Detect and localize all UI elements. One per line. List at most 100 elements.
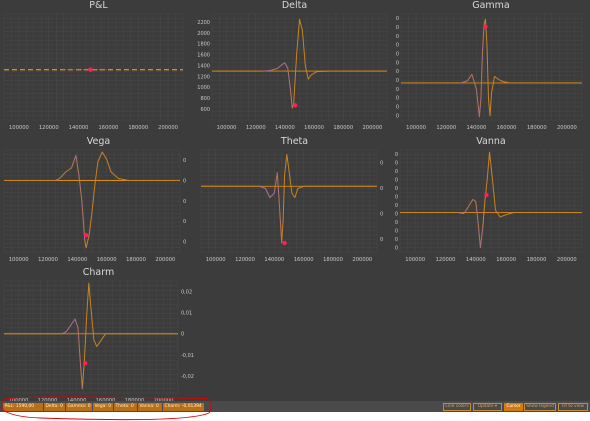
x-tick-label: 160000 [304, 125, 324, 131]
y-tick-label: 0 [396, 52, 399, 58]
x-tick-label: 100000 [9, 257, 29, 263]
x-tick-label: 160000 [97, 257, 117, 263]
x-tick-label: 200000 [158, 125, 178, 131]
y-tick-label: 1200 [197, 74, 210, 80]
x-tick-label: 200000 [352, 257, 372, 263]
y-tick-label: 0,02 [181, 289, 192, 295]
greeks-app: P&L 100000 120000 140000 160000 180000 200000… [0, 0, 590, 412]
show-legend-button[interactable]: Show legend [524, 402, 556, 411]
x-tick-label: 140000 [69, 125, 89, 131]
x-tick-label: 100000 [405, 257, 425, 263]
vanna-chart-panel: Vanna 100000 120000 140000 160000 180000 2000… [392, 136, 590, 271]
pnl-sample-point [98, 69, 101, 71]
pnl-sample-point [67, 69, 69, 71]
charm-chart-plot[interactable]: 1000001200001400001600001800002000000,02… [0, 267, 197, 404]
fit-to-view-button[interactable]: Fit to view [558, 402, 588, 411]
y-tick-label: 1000 [197, 85, 210, 91]
y-tick-label: 0 [396, 69, 399, 75]
cursor-marker [484, 192, 489, 198]
x-tick-label: 140000 [466, 257, 486, 263]
status-vega: Vega: 0 [93, 402, 113, 411]
pnl-sample-point [65, 69, 67, 71]
gamma-chart-plot[interactable]: 100000 120000 140000 160000 180000 200000 0 0 0 0… [392, 0, 590, 140]
delta-chart-plot[interactable]: 100000 120000 140000 160000 180000 200000 600 8… [197, 0, 392, 140]
grid [3, 13, 184, 121]
y-tick-label: 0 [396, 87, 399, 93]
pnl-sample-point [94, 69, 96, 71]
y-tick-label: 0 [395, 220, 398, 226]
y-tick-label: 0 [396, 113, 399, 119]
y-tick-label: 0 [395, 237, 398, 243]
vanna-chart-plot[interactable]: 100000 120000 140000 160000 180000 200000 0 0 0 0… [392, 136, 590, 271]
y-tick-label: 800 [200, 96, 210, 102]
pnl-sample-point [74, 69, 76, 71]
pnl-sample-point [76, 69, 78, 71]
y-tick-label: 0 [396, 105, 399, 111]
grid [400, 13, 583, 121]
pnl-sample-point [101, 69, 103, 71]
grid [200, 149, 378, 253]
x-tick-label: 120000 [246, 125, 266, 131]
status-charm: Charm: -0,01394 [163, 402, 204, 411]
y-tick-label: 1800 [197, 42, 210, 48]
x-tick-label: 180000 [527, 125, 547, 131]
series-secondary-line [461, 24, 485, 117]
charm-chart-panel: Charm 1000001200001400001600001800002000… [0, 267, 197, 404]
pnl-sample-point [96, 69, 98, 71]
y-tick-label: 2200 [197, 20, 210, 26]
pnl-chart-panel: P&L 100000 120000 140000 160000 180000 200000 [0, 0, 197, 140]
theta-chart-plot[interactable]: 100000 120000 140000 160000 180000 200000 0 0 0 0 [197, 136, 392, 271]
chevron-down-icon: ▾ [494, 403, 498, 409]
y-tick-label: 0 [395, 186, 398, 192]
status-theta: Theta: 0 [114, 402, 137, 411]
y-tick-label: 2000 [197, 31, 210, 37]
y-tick-label: 0 [395, 203, 398, 209]
y-tick-label: 0 [395, 229, 398, 235]
cursor-marker [88, 67, 93, 72]
y-tick-label: 0 [183, 219, 186, 225]
delta-chart-panel: Delta 100000 120000 140000 160000 180000 2000… [197, 0, 392, 140]
y-tick-label: 0 [395, 212, 398, 218]
y-tick-label: 1600 [197, 53, 210, 59]
y-tick-label: 0 [396, 60, 399, 66]
cursor-button[interactable]: Cursor [504, 402, 523, 411]
x-tick-label: 120000 [436, 125, 456, 131]
y-tick-label: 0 [183, 240, 186, 246]
x-tick-label: 180000 [527, 257, 547, 263]
x-tick-label: 200000 [557, 257, 577, 263]
y-tick-label: 0 [395, 246, 398, 252]
status-bar: P&L: 1590,00 Delta: 0 Gamma: 0 Vega: 0 T… [0, 401, 590, 412]
theta-chart-panel: Theta 100000 120000 140000 160000 180000 2000… [197, 136, 392, 271]
y-tick-label: 0 [380, 161, 383, 167]
x-tick-label: 160000 [294, 257, 314, 263]
x-tick-label: 140000 [467, 125, 487, 131]
x-tick-label: 100000 [206, 257, 226, 263]
y-tick-label: 1400 [197, 63, 210, 69]
pnl-sample-point [103, 69, 105, 71]
line-colors-button[interactable]: Line colors [443, 402, 471, 411]
y-tick-label: 0,01 [181, 310, 192, 316]
y-tick-label: 0 [395, 195, 398, 201]
cursor-marker [483, 24, 488, 29]
gamma-chart-panel: Gamma 100000 120000 140000 160000 180000 2000… [392, 0, 590, 140]
x-tick-label: 100000 [9, 125, 29, 131]
y-tick-label: 0 [395, 169, 398, 175]
x-tick-label: 180000 [333, 125, 353, 131]
vega-chart-plot[interactable]: 100000 120000 140000 160000 180000 200000 0 0 0 0… [0, 136, 197, 271]
pnl-sample-point [83, 69, 85, 71]
status-gamma: Gamma: 0 [66, 402, 92, 411]
update-dropdown-button[interactable]: Update ▾ [473, 402, 502, 411]
grid [3, 280, 179, 394]
pnl-sample-point [78, 69, 80, 71]
x-tick-label: 120000 [235, 257, 255, 263]
cursor-marker [292, 103, 298, 108]
y-tick-label: 0 [181, 332, 184, 338]
y-tick-label: 0 [396, 34, 399, 40]
y-tick-label: 0 [183, 178, 186, 184]
x-tick-label: 120000 [38, 257, 58, 263]
pnl-chart-plot[interactable]: 100000 120000 140000 160000 180000 200000 [0, 0, 197, 140]
y-tick-label: 0 [380, 237, 383, 243]
pnl-sample-point [63, 69, 65, 71]
x-tick-label: 100000 [217, 125, 237, 131]
cursor-marker [282, 240, 287, 246]
